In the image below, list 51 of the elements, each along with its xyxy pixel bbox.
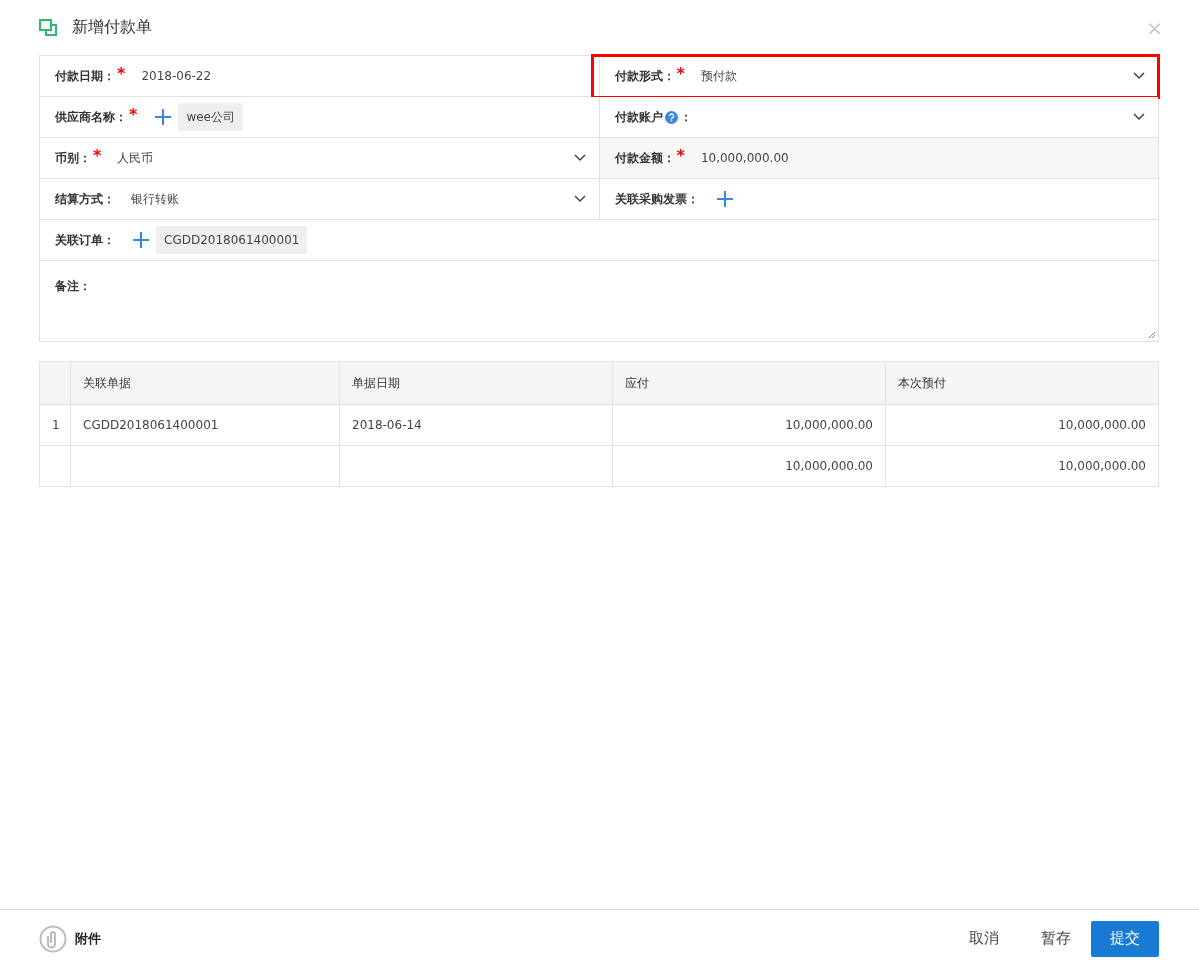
table-cell: 10,000,000.00 (612, 445, 886, 487)
column-header: 单据日期 (339, 361, 613, 405)
required-asterisk: * (676, 146, 685, 165)
field-label: 付款日期： (55, 67, 115, 85)
chevron-down-icon[interactable] (573, 195, 586, 203)
required-asterisk: * (93, 146, 102, 165)
chevron-down-icon[interactable] (1133, 113, 1145, 121)
column-header: 本次预付 (885, 361, 1159, 405)
dialog-title: 新增付款单 (72, 17, 153, 38)
chevron-down-icon[interactable] (573, 154, 586, 162)
chevron-down-icon[interactable] (1133, 72, 1145, 80)
required-asterisk: * (117, 64, 126, 83)
field-value[interactable]: 银行转账 (131, 190, 179, 208)
row-number: 1 (39, 404, 71, 446)
attachment-label[interactable]: 附件 (75, 929, 943, 948)
field-label: 关联采购发票： (614, 190, 699, 208)
required-asterisk: * (676, 64, 685, 83)
plus-icon[interactable] (133, 232, 149, 248)
selected-tag[interactable]: wee公司 (178, 103, 243, 131)
table-cell: CGDD2018061400001 (70, 404, 340, 446)
footer-button[interactable]: 取消 (953, 920, 1015, 957)
copy-icon (39, 19, 58, 36)
field-value[interactable]: 2018-06-22 (141, 69, 212, 83)
field-label: 付款金额： (614, 149, 675, 167)
field-label: 关联订单： (55, 231, 115, 249)
selected-tag[interactable]: CGDD2018061400001 (156, 226, 308, 254)
label-colon: ： (679, 108, 692, 126)
field-label: 结算方式： (55, 190, 115, 208)
field-label: 付款账户 (614, 108, 663, 126)
field-value: 10,000,000.00 (700, 151, 789, 165)
required-asterisk: * (129, 105, 138, 124)
table-cell: 10,000,000.00 (885, 404, 1159, 446)
field-value[interactable]: 人民币 (117, 149, 154, 167)
plus-icon[interactable] (716, 191, 733, 207)
footer-button[interactable]: 暂存 (1025, 920, 1087, 957)
paperclip-icon[interactable] (39, 924, 67, 953)
table-cell: 10,000,000.00 (885, 445, 1159, 487)
field-label: 供应商名称： (55, 108, 127, 126)
field-label: 币别： (55, 149, 91, 167)
column-header: 关联单据 (70, 361, 340, 405)
column-header: 应付 (612, 361, 886, 405)
submit-button[interactable]: 提交 (1091, 920, 1159, 957)
table-cell: 10,000,000.00 (612, 404, 886, 446)
field-value[interactable]: 预付款 (700, 67, 737, 85)
remarks-field[interactable]: 备注： (40, 261, 1158, 342)
table-cell: 2018-06-14 (339, 404, 613, 446)
help-icon[interactable] (664, 110, 678, 124)
field-label: 付款形式： (614, 67, 675, 85)
field-label: 备注： (55, 279, 91, 293)
resize-grip-icon[interactable] (1148, 331, 1156, 339)
plus-icon[interactable] (155, 109, 172, 125)
